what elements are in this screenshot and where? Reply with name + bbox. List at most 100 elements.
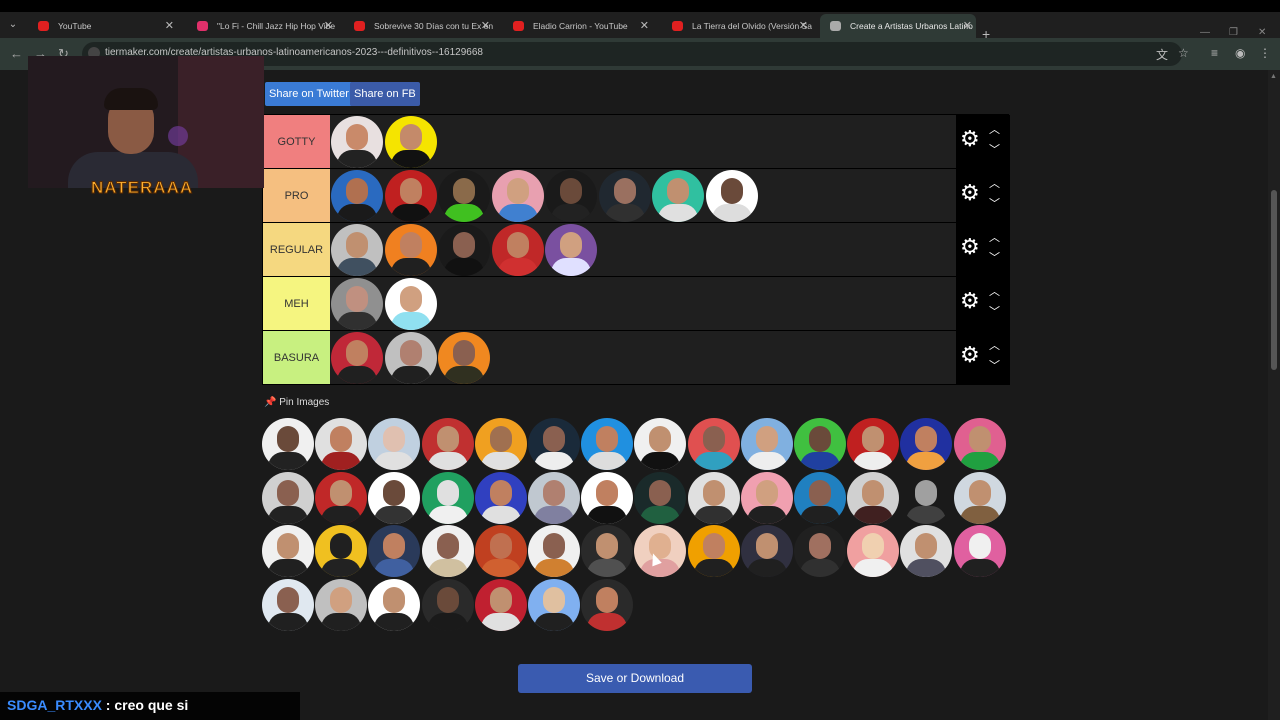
artist-image[interactable] bbox=[652, 170, 704, 222]
artist-image[interactable] bbox=[438, 332, 490, 384]
artist-image[interactable] bbox=[438, 170, 490, 222]
pool-artist-image[interactable] bbox=[474, 525, 527, 577]
pool-artist-image[interactable] bbox=[794, 471, 846, 524]
pool-artist-image[interactable] bbox=[528, 525, 580, 577]
pool-artist-image[interactable] bbox=[368, 525, 421, 577]
pool-artist-image[interactable] bbox=[953, 525, 1006, 577]
bookmark-star-icon[interactable]: ☆ bbox=[1178, 46, 1189, 60]
pool-artist-image[interactable] bbox=[421, 471, 474, 524]
pool-artist-image[interactable] bbox=[474, 471, 527, 524]
artist-image[interactable] bbox=[491, 224, 544, 276]
artist-image[interactable] bbox=[331, 278, 383, 330]
artist-image[interactable] bbox=[705, 170, 758, 222]
profile-icon[interactable]: ◉ bbox=[1235, 46, 1245, 60]
gear-icon[interactable]: ⚙ bbox=[960, 236, 980, 258]
pool-artist-image[interactable] bbox=[687, 525, 740, 577]
pool-artist-image[interactable] bbox=[900, 525, 953, 577]
pool-artist-image[interactable] bbox=[315, 525, 368, 577]
share-fb-button[interactable]: Share on FB bbox=[350, 82, 420, 106]
browser-tab[interactable]: La Tierra del Olvido (Versión Sa ✕ bbox=[662, 14, 812, 38]
pool-artist-image[interactable] bbox=[368, 471, 421, 524]
pool-artist-image[interactable] bbox=[262, 578, 314, 631]
browser-tab[interactable]: YouTube ✕ bbox=[28, 14, 178, 38]
pool-artist-image[interactable] bbox=[581, 471, 634, 524]
artist-image[interactable] bbox=[384, 224, 437, 276]
pool-artist-image[interactable] bbox=[794, 525, 846, 577]
move-down-icon[interactable]: ﹀ bbox=[989, 253, 1000, 264]
tab-close-icon[interactable]: ✕ bbox=[324, 14, 333, 38]
pool-artist-image[interactable] bbox=[315, 578, 368, 631]
pool-artist-image[interactable] bbox=[900, 418, 953, 470]
tab-close-icon[interactable]: ✕ bbox=[640, 14, 649, 38]
pool-artist-image[interactable] bbox=[315, 471, 368, 524]
back-icon[interactable]: ← bbox=[10, 46, 23, 61]
pool-artist-image[interactable] bbox=[421, 418, 474, 470]
tab-close-icon[interactable]: ✕ bbox=[481, 14, 490, 38]
move-down-icon[interactable]: ﹀ bbox=[989, 307, 1000, 318]
tier-label[interactable]: MEH bbox=[263, 277, 330, 330]
move-up-icon[interactable]: ︿ bbox=[989, 233, 1000, 244]
move-up-icon[interactable]: ︿ bbox=[989, 179, 1000, 190]
pool-artist-image[interactable] bbox=[262, 418, 314, 470]
pool-artist-image[interactable] bbox=[740, 471, 793, 524]
gear-icon[interactable]: ⚙ bbox=[960, 290, 980, 312]
tier-label[interactable]: GOTTY bbox=[263, 115, 330, 168]
share-twitter-button[interactable]: Share on Twitter bbox=[265, 82, 353, 106]
move-up-icon[interactable]: ︿ bbox=[989, 341, 1000, 352]
pool-artist-image[interactable] bbox=[421, 525, 474, 577]
artist-image[interactable] bbox=[384, 116, 437, 168]
pool-artist-image[interactable] bbox=[740, 525, 793, 577]
artist-image[interactable] bbox=[384, 332, 437, 384]
scrollbar[interactable]: ▲ bbox=[1268, 70, 1280, 720]
move-down-icon[interactable]: ﹀ bbox=[989, 361, 1000, 372]
artist-image[interactable] bbox=[438, 224, 490, 276]
move-up-icon[interactable]: ︿ bbox=[989, 125, 1000, 136]
pool-artist-image[interactable] bbox=[528, 578, 580, 631]
pool-artist-image[interactable] bbox=[368, 418, 421, 470]
pool-artist-image[interactable] bbox=[900, 471, 953, 524]
pool-artist-image[interactable] bbox=[262, 471, 314, 524]
pool-artist-image[interactable] bbox=[634, 471, 687, 524]
tier-label[interactable]: REGULAR bbox=[263, 223, 330, 276]
artist-image[interactable] bbox=[545, 224, 597, 276]
pool-artist-image[interactable] bbox=[953, 418, 1006, 470]
tab-close-icon[interactable]: ✕ bbox=[963, 14, 972, 38]
minimize-icon[interactable]: — bbox=[1200, 27, 1210, 38]
save-download-button[interactable]: Save or Download bbox=[518, 664, 752, 693]
artist-image[interactable] bbox=[331, 116, 383, 168]
artist-image[interactable] bbox=[491, 170, 544, 222]
artist-image[interactable] bbox=[384, 278, 437, 330]
tier-label[interactable]: PRO bbox=[263, 169, 330, 222]
media-icon[interactable]: ≡ bbox=[1211, 46, 1218, 60]
tab-close-icon[interactable]: ✕ bbox=[799, 14, 808, 38]
pool-artist-image[interactable] bbox=[474, 418, 527, 470]
scroll-up-icon[interactable]: ▲ bbox=[1270, 73, 1277, 80]
scroll-thumb[interactable] bbox=[1271, 190, 1277, 370]
pool-artist-image[interactable] bbox=[740, 418, 793, 470]
browser-tab[interactable]: Sobrevive 30 Días con tu Ex en l ✕ bbox=[344, 14, 494, 38]
pool-artist-image[interactable] bbox=[794, 418, 846, 470]
pin-images-label[interactable]: 📌 Pin Images bbox=[264, 397, 329, 408]
pool-artist-image[interactable] bbox=[368, 578, 421, 631]
pool-artist-image[interactable] bbox=[581, 525, 634, 577]
pool-artist-image[interactable] bbox=[634, 418, 687, 470]
pool-artist-image[interactable] bbox=[847, 471, 900, 524]
pool-artist-image[interactable] bbox=[847, 525, 900, 577]
tab-close-icon[interactable]: ✕ bbox=[165, 14, 174, 38]
artist-image[interactable] bbox=[331, 224, 383, 276]
move-down-icon[interactable]: ﹀ bbox=[989, 145, 1000, 156]
pool-artist-image[interactable] bbox=[528, 471, 580, 524]
menu-icon[interactable]: ⋮ bbox=[1259, 46, 1271, 60]
pool-artist-image[interactable] bbox=[581, 578, 634, 631]
artist-image[interactable] bbox=[598, 170, 651, 222]
close-window-icon[interactable]: ✕ bbox=[1258, 27, 1266, 38]
pool-artist-image[interactable] bbox=[953, 471, 1006, 524]
move-down-icon[interactable]: ﹀ bbox=[989, 199, 1000, 210]
browser-tab[interactable]: "Lo Fi - Chill Jazz Hip Hop Vibe ✕ bbox=[187, 14, 337, 38]
pool-artist-image[interactable] bbox=[474, 578, 527, 631]
translate-icon[interactable]: 文 bbox=[1156, 46, 1168, 63]
artist-image[interactable] bbox=[384, 170, 437, 222]
browser-tab[interactable]: Create a Artistas Urbanos Latino ✕ bbox=[820, 14, 976, 38]
move-up-icon[interactable]: ︿ bbox=[989, 287, 1000, 298]
pool-artist-image[interactable] bbox=[634, 525, 687, 577]
